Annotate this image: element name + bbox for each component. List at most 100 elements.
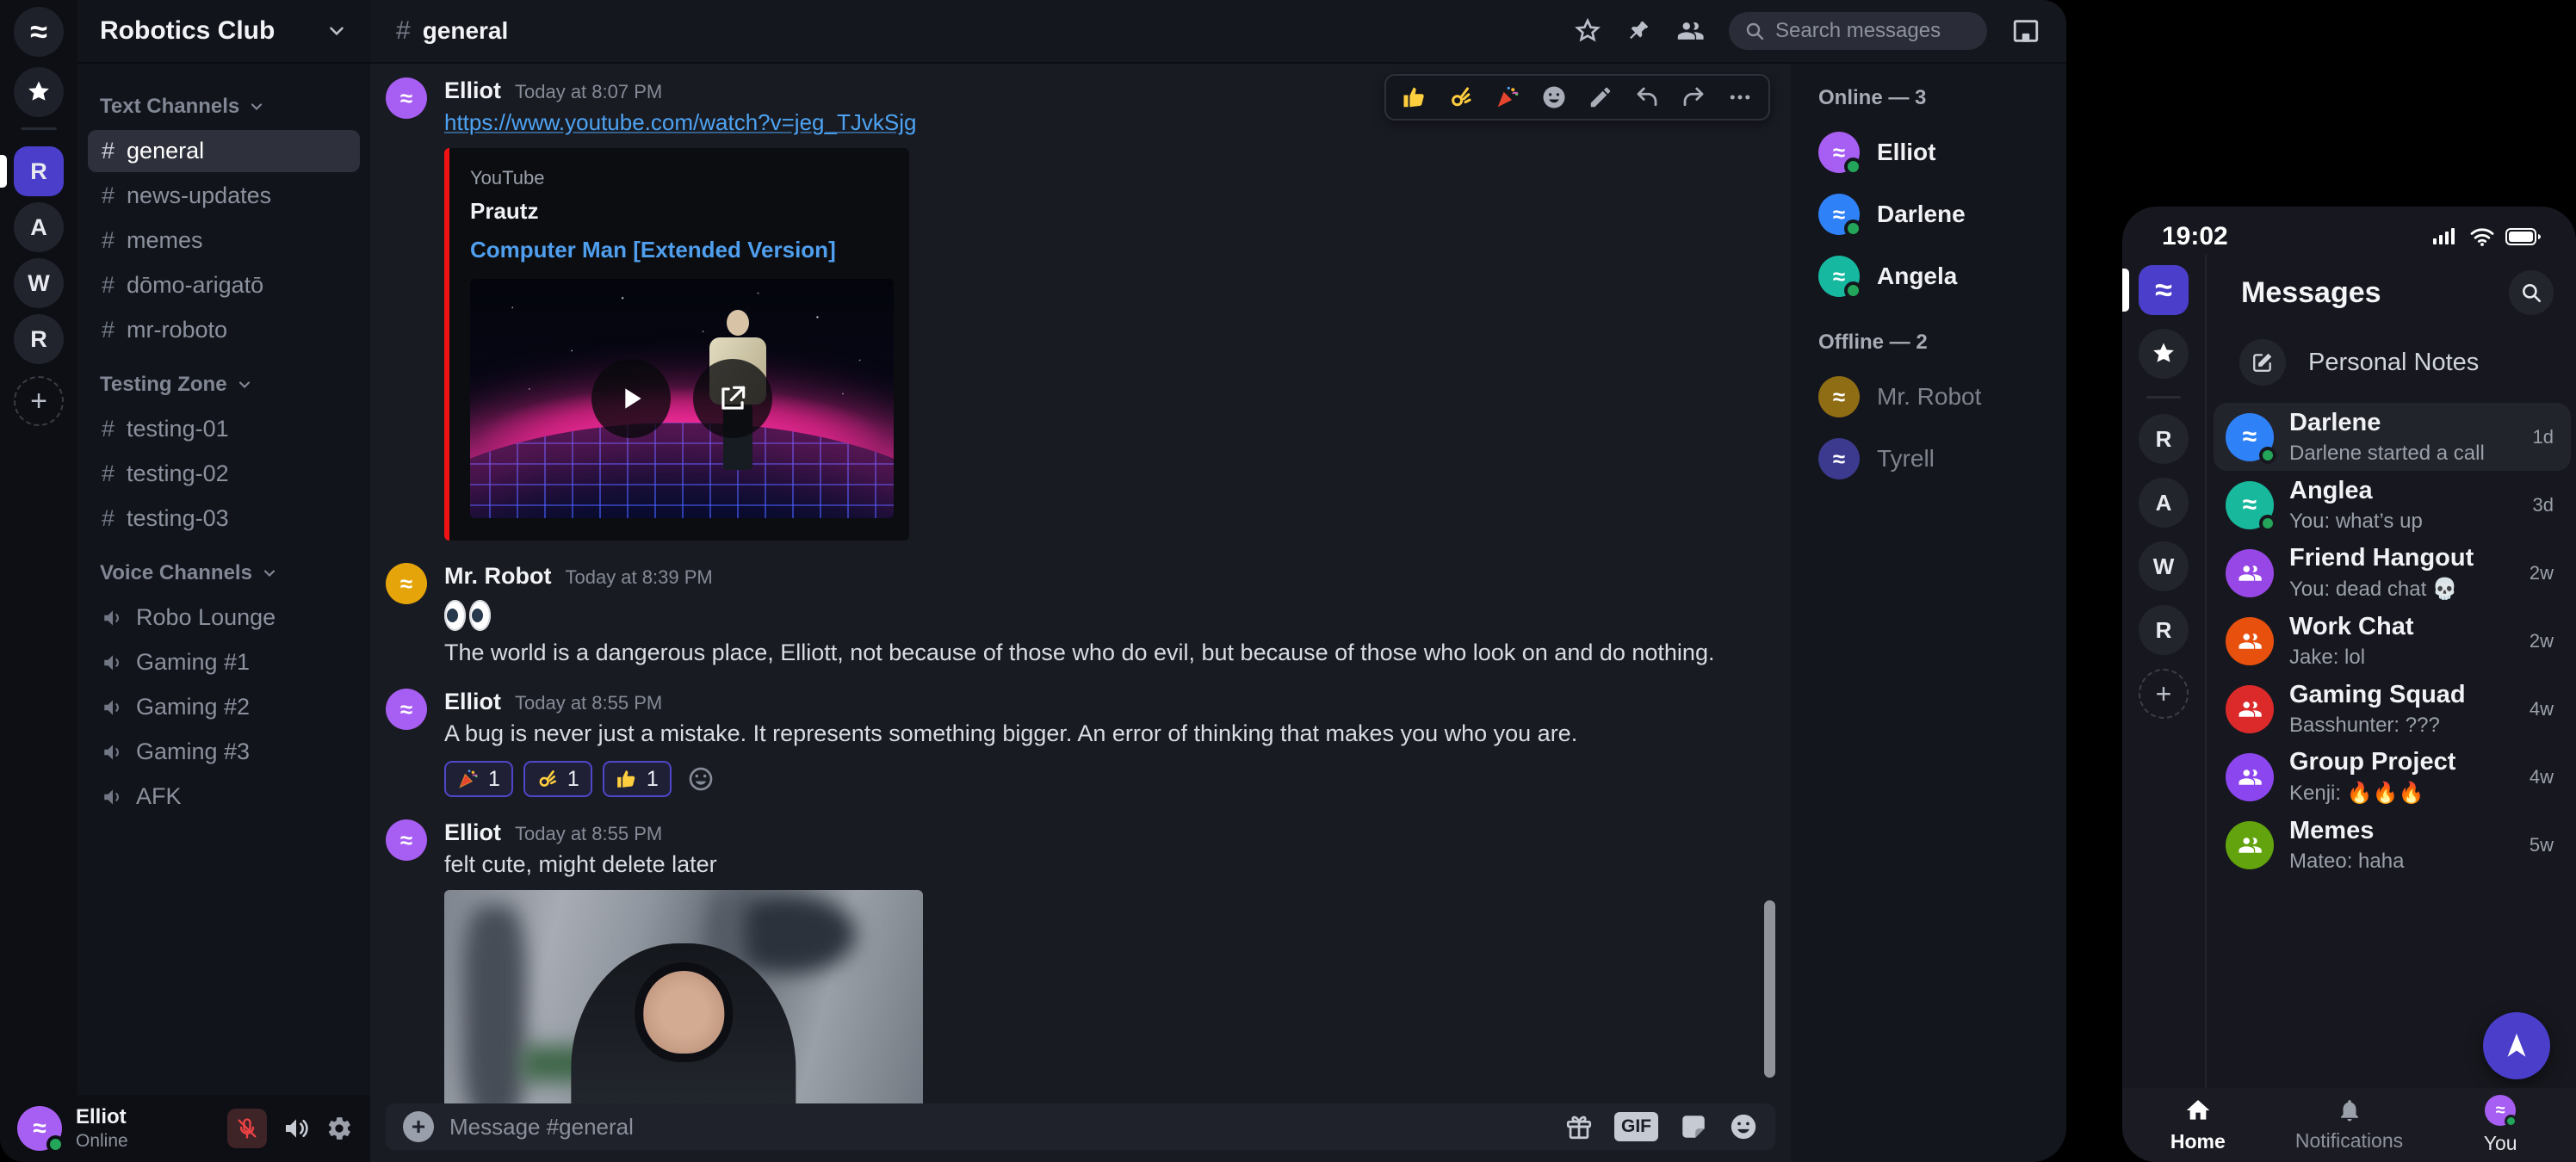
user-avatar[interactable] [17, 1106, 62, 1151]
reaction-thumbs-up[interactable]: 1 [603, 761, 672, 797]
settings-gear-icon[interactable] [325, 1115, 353, 1142]
app-logo-button[interactable] [2139, 265, 2189, 315]
channel-item[interactable]: memes [88, 219, 360, 262]
channel-item[interactable]: testing-02 [88, 453, 360, 495]
member-row[interactable]: Mr. Robot [1818, 372, 2066, 422]
ok-hand-icon[interactable] [1448, 84, 1474, 110]
avatar[interactable] [386, 819, 427, 861]
add-reaction-icon[interactable] [687, 765, 715, 793]
gif-picker-button[interactable]: GIF [1614, 1112, 1658, 1141]
online-members: Elliot Darlene [1818, 127, 2066, 301]
member-row[interactable]: Tyrell [1818, 434, 2066, 484]
mute-microphone-button[interactable] [227, 1109, 267, 1148]
emoji-picker-icon[interactable] [1541, 84, 1567, 110]
server-icon[interactable]: R [2139, 605, 2189, 655]
search-input[interactable] [1775, 19, 1972, 43]
avatar [1818, 256, 1860, 297]
avatar [1818, 132, 1860, 173]
server-icon[interactable]: A [2139, 478, 2189, 528]
server-icon[interactable]: R [14, 146, 64, 196]
app-logo-button[interactable] [14, 7, 64, 57]
server-header[interactable]: Robotics Club [77, 0, 370, 64]
avatar[interactable] [386, 689, 427, 730]
chat-row[interactable]: Darlene Darlene started a call 1d [2214, 403, 2571, 471]
channel-section-header[interactable]: Testing Zone [77, 354, 370, 405]
nav-notifications[interactable]: Notifications [2274, 1088, 2425, 1162]
server-icon[interactable]: R [2139, 414, 2189, 464]
channel-item[interactable]: AFK [88, 776, 360, 818]
chat-row[interactable]: Friend Hangout You: dead chat 💀 2w [2214, 539, 2571, 607]
avatar[interactable] [386, 563, 427, 604]
channel-item[interactable]: testing-01 [88, 408, 360, 450]
message-author[interactable]: Elliot [444, 689, 501, 715]
channel-item[interactable]: mr-roboto [88, 309, 360, 351]
chat-row[interactable]: Anglea You: what’s up 3d [2214, 471, 2571, 539]
forward-icon[interactable] [1681, 84, 1706, 110]
channel-item[interactable]: testing-03 [88, 498, 360, 540]
message-link[interactable]: https://www.youtube.com/watch?v=jeg_TJvk… [444, 109, 916, 135]
search-button[interactable] [2509, 270, 2554, 315]
channel-item[interactable]: Gaming #2 [88, 686, 360, 728]
chat-row[interactable]: Gaming Squad Basshunter: ??? 4w [2214, 675, 2571, 743]
deafen-speaker-icon[interactable] [282, 1115, 310, 1142]
attach-plus-icon[interactable] [403, 1111, 434, 1142]
sticker-icon[interactable] [1679, 1112, 1708, 1141]
star-icon[interactable] [1574, 17, 1601, 45]
reaction-ok-hand[interactable]: 1 [523, 761, 592, 797]
add-server-button[interactable]: + [2139, 669, 2189, 719]
nav-you[interactable]: You [2424, 1088, 2576, 1162]
member-row[interactable]: Elliot [1818, 127, 2066, 177]
channel-item[interactable]: Gaming #1 [88, 641, 360, 683]
personal-notes-row[interactable]: Personal Notes [2239, 339, 2576, 386]
reaction-party[interactable]: 1 [444, 761, 513, 797]
play-button[interactable] [591, 359, 671, 438]
emoji-icon[interactable] [1729, 1112, 1758, 1141]
avatar[interactable] [386, 77, 427, 119]
members-icon[interactable] [1675, 16, 1705, 46]
channel-section-header[interactable]: Text Channels [77, 76, 370, 127]
channel-item[interactable]: Gaming #3 [88, 731, 360, 773]
server-icon[interactable]: R [14, 314, 64, 364]
channel-section-header[interactable]: Voice Channels [77, 542, 370, 594]
section-channels: testing-01 testing-02 [77, 408, 370, 540]
server-initial: W [2153, 553, 2175, 580]
channel-item[interactable]: Robo Lounge [88, 596, 360, 639]
more-ellipsis-icon[interactable] [1727, 84, 1753, 110]
chat-scrollbar[interactable] [1764, 900, 1775, 1078]
embed-title[interactable]: Computer Man [Extended Version] [470, 237, 889, 263]
nav-home[interactable]: Home [2122, 1088, 2274, 1162]
server-icon[interactable]: W [2139, 541, 2189, 591]
channel-item[interactable]: news-updates [88, 175, 360, 217]
channel-item[interactable]: dōmo-arigatō [88, 264, 360, 306]
open-external-button[interactable] [693, 359, 772, 438]
member-row[interactable]: Angela [1818, 251, 2066, 301]
party-popper-icon[interactable] [1495, 84, 1520, 110]
thumbs-up-icon[interactable] [1402, 84, 1427, 110]
message-input[interactable] [449, 1114, 1549, 1140]
star-icon [2151, 341, 2177, 367]
chat-name: Anglea [2289, 477, 2423, 505]
member-row[interactable]: Darlene [1818, 189, 2066, 239]
message-author[interactable]: Elliot [444, 819, 501, 846]
server-icon[interactable]: W [14, 258, 64, 308]
chat-row[interactable]: Memes Mateo: haha 5w [2214, 811, 2571, 879]
message-image[interactable] [444, 890, 923, 1103]
gift-icon[interactable] [1564, 1112, 1594, 1141]
channel-item[interactable]: general [88, 130, 360, 172]
message-author[interactable]: Mr. Robot [444, 563, 551, 590]
favourites-button[interactable] [14, 67, 64, 117]
sidebar-toggle-icon[interactable] [2011, 16, 2040, 46]
server-icon[interactable]: A [14, 202, 64, 252]
channel-section: Testing Zone testing-01 [77, 354, 370, 540]
pin-icon[interactable] [1625, 18, 1651, 44]
chat-row[interactable]: Group Project Kenji: 🔥🔥🔥 4w [2214, 743, 2571, 811]
edit-pencil-icon[interactable] [1588, 84, 1613, 110]
add-server-button[interactable]: + [14, 376, 64, 426]
chat-row[interactable]: Work Chat Jake: lol 2w [2214, 607, 2571, 675]
favourites-button[interactable] [2139, 329, 2189, 379]
new-chat-fab[interactable] [2483, 1012, 2550, 1079]
hash-icon [102, 272, 115, 299]
message-search[interactable] [1729, 12, 1987, 50]
reply-icon[interactable] [1634, 84, 1660, 110]
message-author[interactable]: Elliot [444, 77, 501, 104]
